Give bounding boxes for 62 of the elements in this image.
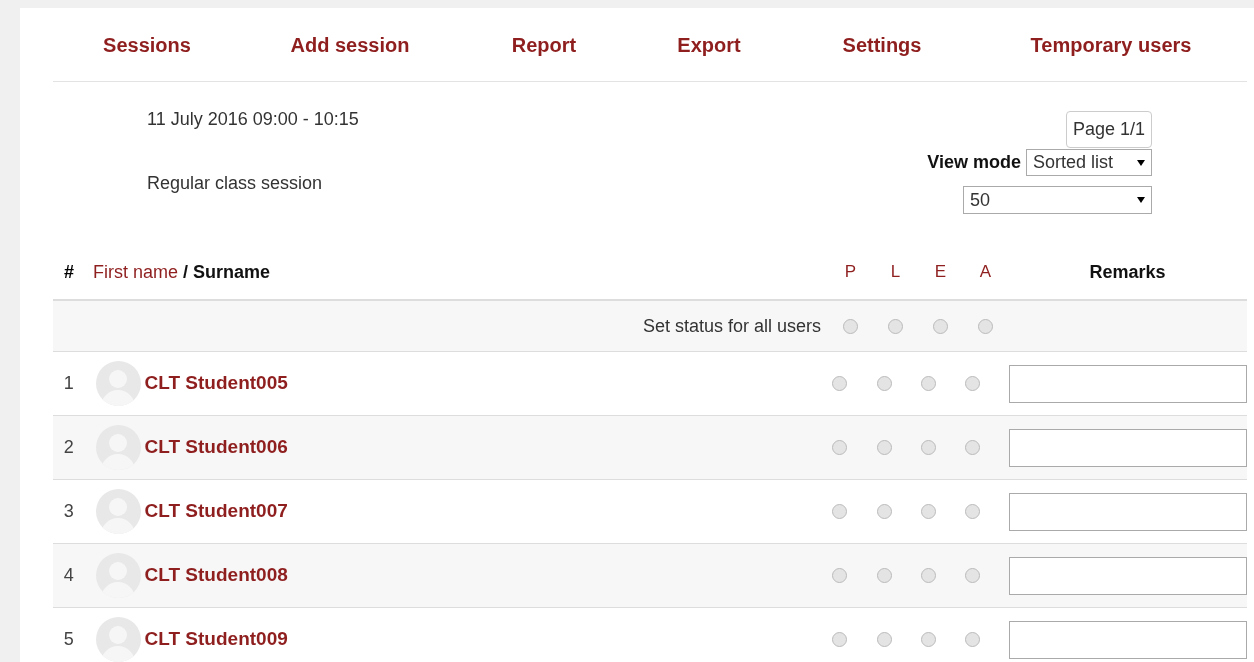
nav-tab[interactable]: Sessions: [103, 29, 191, 60]
nav-tab[interactable]: Temporary users: [1030, 29, 1192, 60]
nav-tab[interactable]: Export: [677, 29, 741, 60]
nav-tab[interactable]: Report: [511, 29, 577, 60]
radio-button[interactable]: [876, 440, 892, 455]
radio-button[interactable]: [920, 376, 936, 391]
row-number: 4: [63, 564, 74, 587]
status-column-link[interactable]: L: [890, 259, 901, 285]
radio-button[interactable]: [832, 440, 848, 455]
student-name-link[interactable]: CLT Student009: [144, 625, 288, 654]
student-name-link[interactable]: CLT Student008: [144, 561, 288, 590]
status-column-link[interactable]: P: [844, 259, 857, 285]
view-mode-select[interactable]: Sorted list: [1026, 149, 1152, 176]
column-header: Remarks: [1089, 260, 1166, 284]
status-column-link[interactable]: A: [979, 259, 992, 285]
radio-button[interactable]: [965, 568, 981, 583]
student-name-link[interactable]: CLT Student007: [144, 497, 288, 526]
student-name-link[interactable]: CLT Student005: [144, 369, 288, 398]
remarks-input[interactable]: [1009, 428, 1247, 467]
status-column-link[interactable]: E: [934, 259, 947, 285]
radio-button[interactable]: [965, 376, 981, 391]
row-number: 1: [63, 372, 74, 395]
radio-button[interactable]: [965, 632, 981, 647]
set-all-label: Set status for all users: [642, 314, 821, 338]
remarks-input[interactable]: [1009, 364, 1247, 403]
remarks-input[interactable]: [1009, 492, 1247, 531]
radio-button[interactable]: [920, 440, 936, 455]
per-page-select[interactable]: 50: [963, 186, 1152, 214]
nav-tab[interactable]: Add session: [290, 29, 410, 60]
view-mode-label: View mode: [927, 151, 1021, 174]
radio-button[interactable]: [843, 318, 858, 334]
radio-button[interactable]: [933, 318, 948, 334]
radio-button[interactable]: [876, 632, 892, 647]
remarks-input[interactable]: [1009, 620, 1247, 659]
caret-icon: [1137, 197, 1145, 203]
session-date: 11 July 2016 09:00 - 10:15: [147, 108, 360, 131]
radio-button[interactable]: [876, 376, 892, 391]
column-header: / Surname: [183, 260, 271, 284]
radio-button[interactable]: [920, 504, 936, 519]
sort-link[interactable]: First name: [93, 258, 179, 286]
radio-button[interactable]: [888, 318, 903, 334]
remarks-input[interactable]: [1009, 556, 1247, 595]
radio-button[interactable]: [876, 568, 892, 583]
page-button[interactable]: Page 1/1: [1065, 111, 1152, 148]
radio-button[interactable]: [832, 504, 848, 519]
radio-button[interactable]: [920, 632, 936, 647]
row-number: 5: [63, 628, 74, 651]
radio-button[interactable]: [876, 504, 892, 519]
radio-button[interactable]: [920, 568, 936, 583]
student-name-link[interactable]: CLT Student006: [144, 433, 288, 462]
radio-button[interactable]: [832, 568, 848, 583]
row-number: 2: [63, 436, 74, 459]
session-description: Regular class session: [147, 172, 324, 195]
row-number: 3: [63, 500, 74, 523]
caret-icon: [1137, 159, 1145, 166]
column-header: #: [64, 260, 74, 284]
radio-button[interactable]: [832, 376, 848, 391]
radio-button[interactable]: [832, 632, 848, 647]
radio-button[interactable]: [965, 440, 981, 455]
nav-tab[interactable]: Settings: [842, 29, 922, 60]
radio-button[interactable]: [978, 318, 993, 334]
radio-button[interactable]: [965, 504, 981, 519]
